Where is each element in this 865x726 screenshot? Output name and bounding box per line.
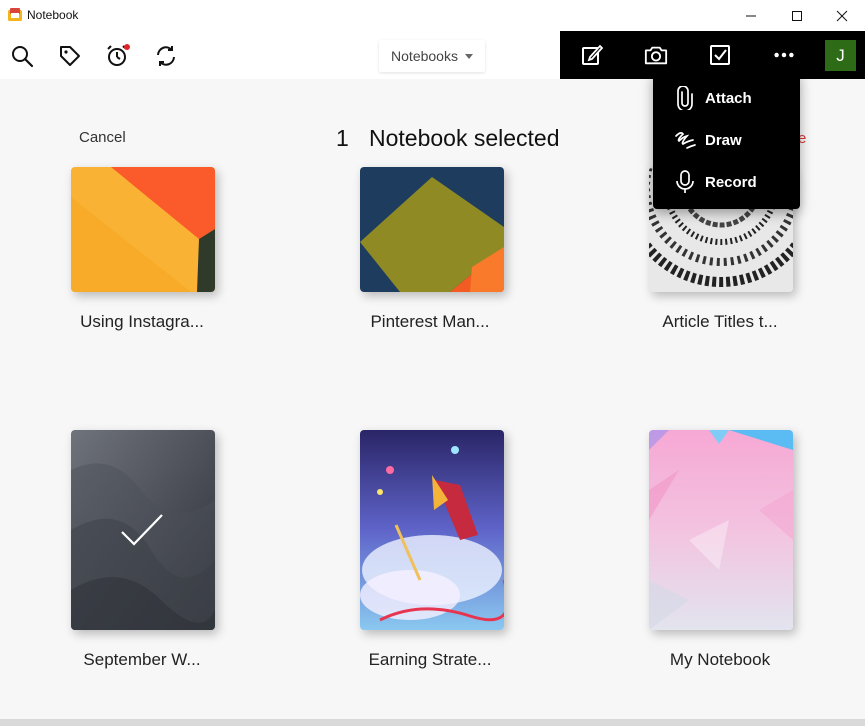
notebooks-dropdown[interactable]: Notebooks: [379, 40, 485, 72]
notebook-title: Pinterest Man...: [370, 312, 490, 331]
edit-icon: [582, 44, 604, 65]
draw-icon: [673, 128, 697, 152]
maximize-button[interactable]: [774, 0, 820, 31]
checklist-button[interactable]: [708, 43, 732, 67]
cancel-selection-button[interactable]: Cancel: [79, 129, 126, 146]
search-icon: [12, 46, 34, 68]
sync-icon: [157, 46, 175, 66]
paperclip-icon: [673, 86, 697, 110]
camera-icon: [644, 46, 668, 65]
notebooks-dropdown-label: Notebooks: [391, 48, 458, 64]
notebook-cover: [649, 430, 793, 630]
app-icon: [8, 8, 22, 21]
reminders-button[interactable]: [105, 43, 131, 69]
camera-button[interactable]: [644, 43, 668, 67]
taskbar-strip: [0, 719, 865, 726]
menu-item-record[interactable]: Record: [653, 164, 800, 200]
tags-button[interactable]: [57, 43, 83, 69]
user-avatar[interactable]: J: [825, 40, 856, 71]
notebook-title: My Notebook: [669, 650, 771, 669]
notebook-title: September W...: [83, 650, 201, 669]
maximize-icon: [792, 10, 802, 21]
notebook-title: Using Instagra...: [80, 312, 204, 331]
tag-icon: [60, 46, 80, 66]
more-dots-icon: [774, 52, 794, 58]
notebook-title: Earning Strate...: [368, 650, 492, 669]
search-button[interactable]: [9, 43, 35, 69]
notebook-cover: [360, 167, 504, 292]
menu-item-attach[interactable]: Attach: [653, 80, 800, 116]
microphone-icon: [673, 170, 697, 194]
close-button[interactable]: [819, 0, 865, 31]
menu-item-label: Record: [705, 173, 757, 191]
new-note-button[interactable]: [580, 43, 604, 67]
alarm-clock-icon: [107, 44, 130, 66]
selection-label: Notebook selected: [369, 125, 560, 151]
checkbox-icon: [710, 45, 730, 65]
notebook-card[interactable]: [360, 167, 504, 292]
window-title: Notebook: [27, 8, 79, 22]
notebook-title: Article Titles t...: [662, 312, 778, 331]
caret-down-icon: [464, 53, 473, 59]
notebook-cover: [360, 430, 504, 630]
close-icon: [836, 10, 848, 21]
minimize-icon: [746, 15, 756, 16]
more-button[interactable]: [772, 43, 796, 67]
more-actions-menu: Attach Draw Record: [653, 72, 800, 209]
notebook-card[interactable]: [649, 430, 793, 630]
notebook-card-selected[interactable]: [71, 430, 215, 630]
minimize-button[interactable]: [728, 0, 774, 31]
menu-item-label: Attach: [705, 89, 752, 107]
notebook-card[interactable]: [360, 430, 504, 630]
title-bar: Notebook: [0, 0, 865, 31]
sync-button[interactable]: [153, 43, 179, 69]
checkmark-icon: [121, 514, 163, 546]
menu-item-draw[interactable]: Draw: [653, 122, 800, 158]
notebook-card[interactable]: [71, 167, 215, 292]
selected-count: 1: [336, 125, 349, 151]
notebook-cover: [71, 167, 215, 292]
menu-item-label: Draw: [705, 131, 742, 149]
